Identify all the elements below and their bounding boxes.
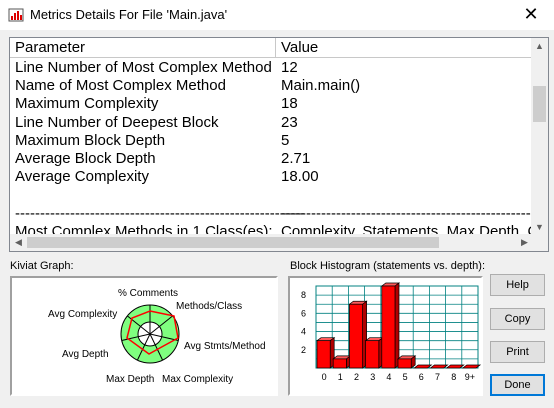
kiviat-svg: % Comments Methods/Class Avg Stmts/Metho… [48, 288, 266, 385]
histogram-y-tick: 2 [301, 345, 306, 355]
kiviat-axis-avg-depth: Avg Depth [62, 349, 109, 360]
parameter-cell: Line Number of Deepest Block [15, 113, 219, 131]
metrics-table[interactable]: Parameter Value Line Number of Most Comp… [9, 37, 549, 252]
histogram-x-tick: 1 [338, 372, 343, 382]
parameter-cell: ----------------------------------------… [15, 204, 305, 222]
table-row[interactable]: Line Number of Deepest Block 23 [10, 114, 533, 132]
kiviat-label: Kiviat Graph: [10, 260, 74, 272]
histogram-bar [381, 285, 396, 369]
parameter-cell: Maximum Block Depth [15, 131, 166, 149]
kiviat-axis-methods-class: Methods/Class [176, 301, 242, 312]
close-button[interactable]: ✕ [508, 0, 554, 30]
histogram-x-tick: 3 [370, 372, 375, 382]
value-cell: 5 [281, 131, 290, 149]
copy-button[interactable]: Copy [490, 308, 545, 330]
close-icon: ✕ [523, 4, 539, 24]
app-icon [8, 8, 24, 22]
table-header: Parameter Value [10, 38, 533, 58]
kiviat-axis-max-complexity: Max Complexity [162, 374, 233, 385]
scroll-up-icon[interactable]: ▲ [531, 38, 548, 55]
table-row[interactable]: Line Number of Most Complex Method 12 [10, 59, 533, 77]
value-cell: 18.00 [281, 168, 319, 186]
horizontal-scroll-thumb[interactable] [27, 237, 439, 248]
histogram-x-tick: 4 [386, 372, 391, 382]
window-title: Metrics Details For File 'Main.java' [30, 7, 228, 22]
help-button[interactable]: Help [490, 274, 545, 296]
value-cell: 12 [281, 59, 298, 76]
value-cell: 23 [281, 113, 298, 131]
print-button[interactable]: Print [490, 341, 545, 363]
histogram-bar [332, 358, 347, 369]
histogram-svg: 8 6 4 2 0 1 2 3 4 5 6 7 8 9+ [301, 282, 482, 382]
kiviat-graph: % Comments Methods/Class Avg Stmts/Metho… [10, 276, 278, 396]
histogram-y-tick: 6 [301, 308, 306, 318]
histogram-y-tick: 8 [301, 290, 306, 300]
scroll-left-icon[interactable]: ◀ [10, 234, 27, 251]
histogram-bar [349, 303, 363, 369]
column-header-parameter[interactable]: Parameter [10, 38, 276, 57]
parameter-cell: Maximum Complexity [15, 95, 159, 113]
histogram-x-tick: 9+ [465, 372, 475, 382]
column-header-value[interactable]: Value [276, 38, 533, 57]
parameter-cell: Line Number of Most Complex Method [15, 59, 272, 76]
histogram-chart: 8 6 4 2 0 1 2 3 4 5 6 7 8 9+ [288, 276, 483, 396]
histogram-y-tick: 4 [301, 327, 306, 337]
value-cell: Main.main() [281, 77, 361, 95]
histogram-x-tick: 0 [322, 372, 327, 382]
table-row[interactable]: Maximum Block Depth 5 [10, 132, 533, 150]
vertical-scroll-thumb[interactable] [533, 86, 546, 122]
histogram-bar [397, 358, 412, 369]
histogram-x-tick: 8 [451, 372, 456, 382]
table-row[interactable]: ----------------------------------------… [10, 204, 548, 223]
table-row[interactable]: Maximum Complexity 18 [10, 95, 533, 113]
parameter-cell: Name of Most Complex Method [15, 77, 226, 95]
kiviat-axis-comments: % Comments [118, 288, 178, 299]
histogram-bar-side [394, 282, 400, 369]
table-row[interactable]: Average Complexity 18.00 [10, 168, 533, 186]
value-cell: 2.71 [281, 150, 311, 167]
parameter-cell: Average Complexity [15, 168, 149, 186]
table-row[interactable] [10, 186, 533, 204]
histogram-x-tick: 2 [354, 372, 359, 382]
value-cell: 18 [281, 95, 298, 113]
kiviat-axis-max-depth: Max Depth [106, 374, 154, 385]
vertical-scrollbar[interactable]: ▲ ▼ [531, 38, 548, 236]
histogram-bar [316, 340, 331, 369]
table-row[interactable]: Name of Most Complex Method Main.main() [10, 77, 533, 95]
title-bar: Metrics Details For File 'Main.java' ✕ [0, 0, 554, 30]
histogram-x-tick: 5 [403, 372, 408, 382]
kiviat-axis-avg-stmts: Avg Stmts/Method [184, 341, 266, 352]
horizontal-scrollbar[interactable]: ◀ ▶ [10, 234, 533, 251]
histogram-x-tick: 6 [419, 372, 424, 382]
kiviat-axis-avg-complexity: Avg Complexity [48, 309, 117, 320]
histogram-label: Block Histogram (statements vs. depth): [290, 260, 486, 272]
parameter-cell: Average Block Depth [15, 150, 156, 167]
histogram-x-tick: 7 [435, 372, 440, 382]
table-row[interactable]: Average Block Depth 2.71 [10, 150, 533, 168]
histogram-bar [365, 340, 380, 369]
scroll-corner [531, 234, 548, 251]
done-button[interactable]: Done [490, 374, 545, 396]
value-cell: ----------------------------------------… [281, 204, 549, 222]
